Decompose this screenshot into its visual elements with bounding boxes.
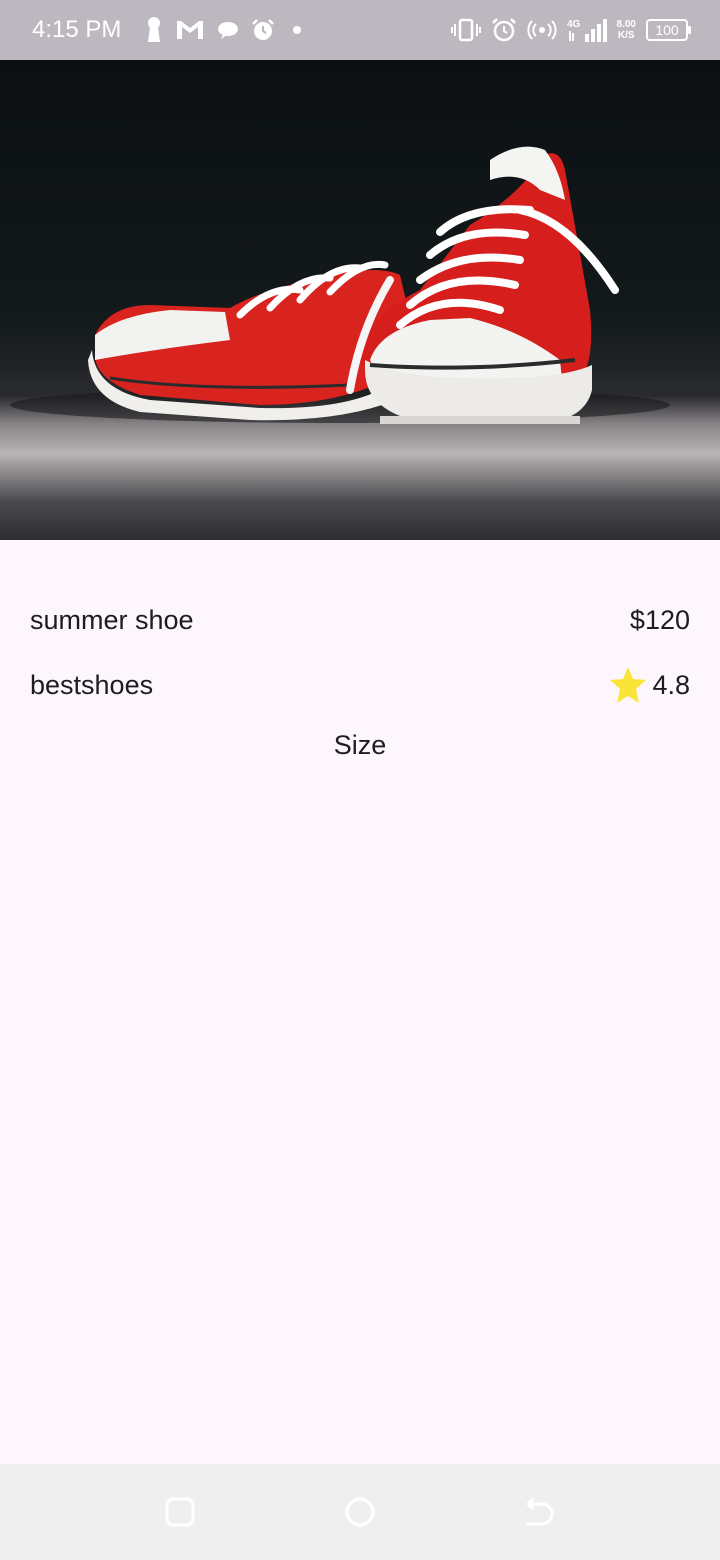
net-speed: 8.00 K/S	[617, 19, 636, 41]
product-price: $120	[629, 604, 690, 635]
battery-icon: 100	[646, 19, 691, 41]
brand-name: bestshoes	[30, 669, 154, 700]
rating-value: 4.8	[652, 669, 690, 700]
product-name: summer shoe	[30, 604, 194, 635]
size-label: Size	[333, 730, 387, 760]
network-type: 4G	[567, 19, 581, 30]
home-button[interactable]	[340, 1492, 380, 1532]
rating: 4.8	[608, 665, 690, 705]
alarm-icon	[251, 18, 275, 42]
brand-row: bestshoes 4.8	[30, 664, 690, 706]
dot-icon	[287, 25, 307, 35]
net-speed-unit: K/S	[617, 30, 635, 41]
net-speed-value: 8.00	[616, 19, 636, 30]
gmail-icon	[175, 18, 205, 42]
product-image	[0, 60, 720, 540]
square-icon	[165, 1497, 195, 1527]
star-icon	[610, 667, 647, 703]
title-row: summer shoe $120	[30, 600, 690, 640]
alarm-icon	[491, 17, 517, 43]
vibrate-icon	[450, 18, 481, 42]
status-time: 4:15 PM	[32, 16, 122, 43]
back-arrow-icon	[526, 1498, 554, 1526]
keyhole-icon	[145, 16, 163, 44]
navigation-bar	[0, 1464, 720, 1560]
sneakers-illustration	[10, 146, 670, 424]
signal-icon: 4G	[567, 17, 607, 43]
circle-icon	[345, 1497, 375, 1527]
chat-bubble-icon	[217, 20, 239, 40]
hotspot-icon	[526, 18, 557, 42]
back-button[interactable]	[518, 1492, 558, 1532]
status-bar: 4:15 PM 4G 8.00 K/S 100	[0, 0, 720, 60]
status-left: 4:15 PM	[32, 16, 307, 44]
recents-button[interactable]	[160, 1492, 200, 1532]
status-right: 4G 8.00 K/S 100	[450, 17, 691, 43]
